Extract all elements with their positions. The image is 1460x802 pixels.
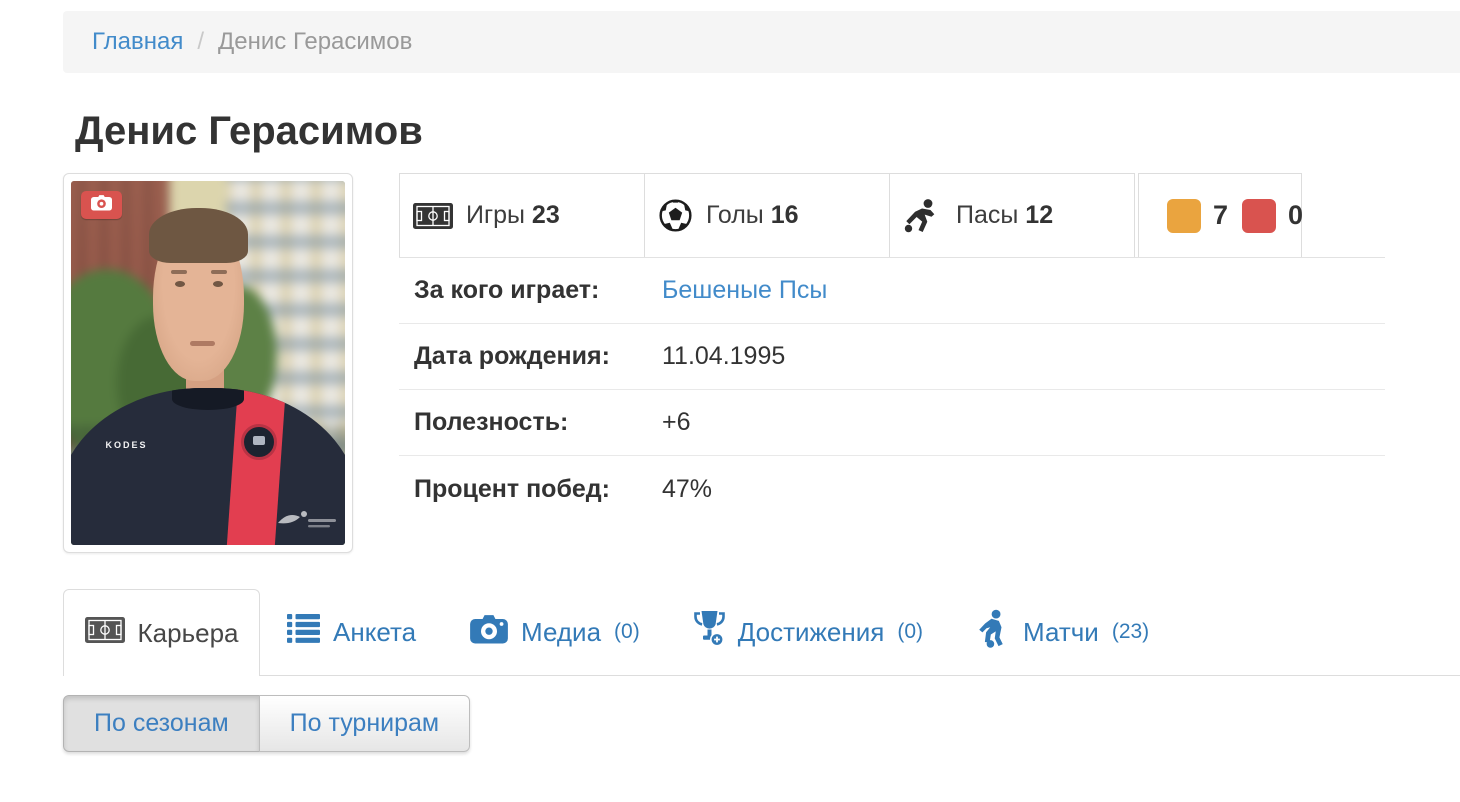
tab-label: Медиа <box>521 616 602 647</box>
player-summary: KODES Игры 23 Голы 16 Пасы 12 7 0 За ког… <box>63 173 1460 553</box>
tab-label: Карьера <box>137 617 239 648</box>
camera-icon <box>91 194 112 216</box>
pitch-icon <box>84 616 125 650</box>
tab-profile-form[interactable]: Анкета <box>260 589 443 675</box>
info-label: За кого играет: <box>414 276 600 304</box>
info-label: Дата рождения: <box>414 342 610 370</box>
player-photo-card: KODES <box>63 173 353 553</box>
career-view-toggle: По сезонам По турнирам <box>63 695 471 752</box>
info-label: Процент побед: <box>414 474 610 503</box>
yellow-card-icon <box>1167 198 1201 233</box>
kicking-player-icon <box>903 197 943 235</box>
yellow-card-count: 7 <box>1213 200 1229 230</box>
stat-assists-text: Пасы 12 <box>956 201 1054 229</box>
breadcrumb-current: Денис Герасимов <box>218 28 413 55</box>
tab-count: (0) <box>897 620 923 643</box>
breadcrumb-separator: / <box>197 28 205 55</box>
stat-games-text: Игры 23 <box>466 201 560 229</box>
photo-watermark <box>274 507 340 538</box>
trophy-icon <box>693 610 725 654</box>
team-link[interactable]: Бешеные Псы <box>662 276 827 305</box>
info-row-winrate: Процент побед: 47% <box>399 456 1385 522</box>
stat-assists: Пасы 12 <box>889 173 1135 257</box>
info-label: Полезность: <box>414 408 569 436</box>
breadcrumb: Главная / Денис Герасимов <box>63 11 1460 73</box>
stat-games: Игры 23 <box>399 173 645 257</box>
pitch-icon <box>413 202 453 229</box>
tab-label: Достижения <box>737 616 885 647</box>
stat-goals: Голы 16 <box>644 173 890 257</box>
stat-goals-value: 16 <box>770 201 799 229</box>
player-info-table: За кого играет: Бешеные Псы Дата рождени… <box>399 257 1385 522</box>
stats-row: Игры 23 Голы 16 Пасы 12 7 0 <box>399 173 1385 257</box>
soccer-ball-icon <box>658 198 693 233</box>
tab-matches[interactable]: Матчи (23) <box>950 589 1176 675</box>
red-card-count: 0 <box>1288 200 1304 230</box>
info-row-birthdate: Дата рождения: 11.04.1995 <box>399 324 1385 390</box>
camera-icon <box>470 614 508 651</box>
tab-media[interactable]: Медиа (0) <box>443 589 667 675</box>
list-icon <box>287 614 320 650</box>
photo-camera-badge[interactable] <box>81 191 122 219</box>
info-value: +6 <box>662 408 691 436</box>
by-seasons-button[interactable]: По сезонам <box>63 695 260 752</box>
stat-assists-value: 12 <box>1025 201 1054 229</box>
red-card-icon <box>1242 198 1277 233</box>
profile-tabs: Карьера Анкета Медиа (0) Достижения (0) … <box>63 589 1460 676</box>
player-photo[interactable]: KODES <box>71 181 345 545</box>
info-value: 47% <box>662 474 713 503</box>
tab-count: (0) <box>614 620 640 643</box>
info-value: 11.04.1995 <box>662 342 786 370</box>
stat-goals-text: Голы 16 <box>706 201 799 229</box>
info-row-team: За кого играет: Бешеные Псы <box>399 258 1385 324</box>
running-player-icon <box>977 609 1010 655</box>
tab-label: Анкета <box>333 616 417 647</box>
shirt-brand-text: KODES <box>105 440 148 451</box>
by-tournaments-button[interactable]: По турнирам <box>258 695 471 752</box>
info-row-usefulness: Полезность: +6 <box>399 390 1385 456</box>
breadcrumb-home-link[interactable]: Главная <box>92 28 183 56</box>
tab-career[interactable]: Карьера <box>63 589 260 676</box>
page-title: Денис Герасимов <box>75 109 423 153</box>
tab-label: Матчи <box>1023 616 1099 647</box>
player-figure: KODES <box>71 181 345 545</box>
tab-count: (23) <box>1111 620 1150 643</box>
club-crest <box>241 423 278 460</box>
stat-games-value: 23 <box>531 201 560 229</box>
tab-achievements[interactable]: Достижения (0) <box>667 589 950 675</box>
stat-cards: 7 0 <box>1138 173 1304 257</box>
